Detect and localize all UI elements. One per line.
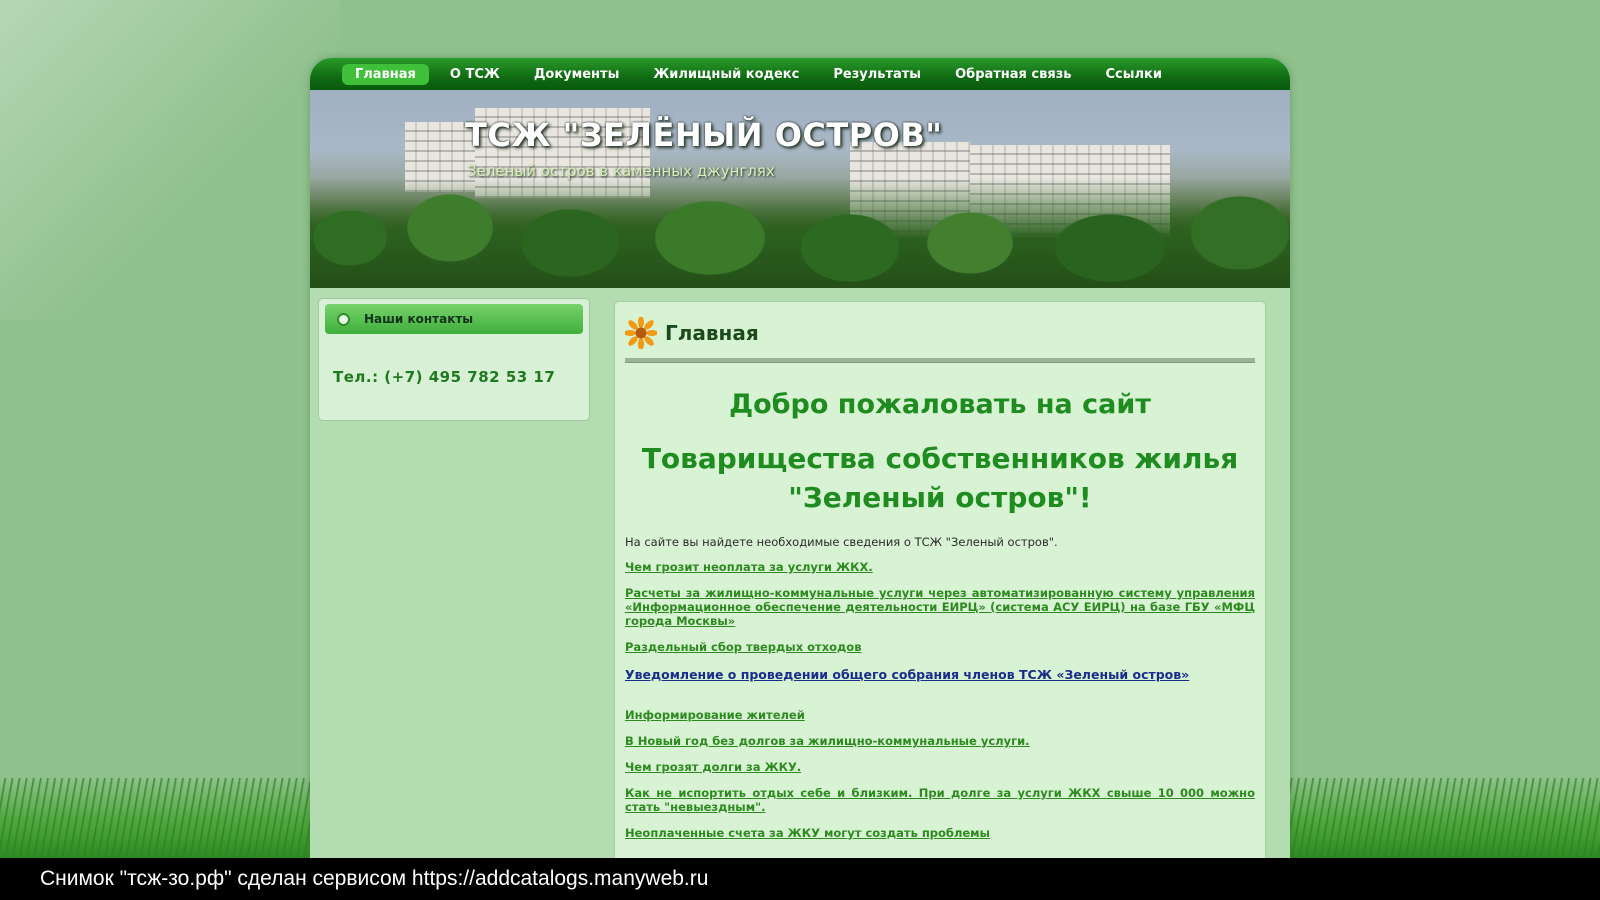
news-link[interactable]: Чем грозит неоплата за услуги ЖКХ. [625, 560, 1255, 574]
news-link[interactable]: Неоплаченные счета за ЖКУ могут создать … [625, 826, 1255, 840]
company-heading: Товарищества собственников жилья "Зелены… [641, 442, 1239, 514]
news-link[interactable]: Как не испортить отдых себе и близким. П… [625, 786, 1255, 814]
sun-rays-decoration [0, 0, 340, 320]
header-banner: ТСЖ "ЗЕЛЁНЫЙ ОСТРОВ" Зеленый остров в ка… [310, 90, 1290, 288]
page-container: Главная О ТСЖ Документы Жилищный кодекс … [310, 58, 1290, 858]
main-content: Главная Добро пожаловать на сайт Товарищ… [614, 301, 1266, 858]
nav-item-results[interactable]: Результаты [820, 64, 934, 85]
flower-icon [625, 317, 657, 349]
news-links: Чем грозит неоплата за услуги ЖКХ. Расче… [625, 560, 1255, 840]
nav-item-feedback[interactable]: Обратная связь [942, 64, 1084, 85]
screenshot-caption: Снимок "тсж-зо.рф" сделан сервисом https… [40, 867, 709, 890]
bullet-icon [337, 312, 350, 326]
contact-phone: Тел.: (+7) 495 782 53 17 [333, 368, 556, 386]
nav-item-housing-code[interactable]: Жилищный кодекс [640, 64, 812, 85]
news-link[interactable]: Раздельный сбор твердых отходов [625, 640, 1255, 654]
news-link[interactable]: В Новый год без долгов за жилищно-коммун… [625, 734, 1255, 748]
nav-item-about[interactable]: О ТСЖ [437, 64, 513, 85]
top-navigation: Главная О ТСЖ Документы Жилищный кодекс … [310, 58, 1290, 90]
content-header: Главная [625, 316, 1255, 350]
nav-item-main[interactable]: Главная [342, 63, 429, 85]
trees-image [310, 178, 1290, 288]
divider [625, 358, 1255, 363]
news-link[interactable]: Информирование жителей [625, 708, 1255, 722]
site-title: ТСЖ "ЗЕЛЁНЫЙ ОСТРОВ" [465, 116, 943, 154]
site-slogan: Зеленый остров в каменных джунглях [467, 162, 775, 180]
contacts-block: Наши контакты Тел.: (+7) 495 782 53 17 [318, 298, 590, 421]
contacts-header: Наши контакты [325, 304, 583, 334]
page-title: Главная [665, 321, 759, 345]
contacts-title: Наши контакты [364, 312, 474, 326]
news-link[interactable]: Расчеты за жилищно-коммунальные услуги ч… [625, 586, 1255, 628]
welcome-heading: Добро пожаловать на сайт [729, 389, 1151, 420]
nav-item-documents[interactable]: Документы [521, 64, 633, 85]
nav-item-links[interactable]: Ссылки [1093, 64, 1175, 85]
news-link[interactable]: Чем грозят долги за ЖКУ. [625, 760, 1255, 774]
meeting-notice-link[interactable]: Уведомление о проведении общего собрания… [625, 668, 1255, 682]
intro-text: На сайте вы найдете необходимые сведения… [625, 535, 1058, 549]
screenshot-caption-bar: Снимок "тсж-зо.рф" сделан сервисом https… [0, 858, 1600, 900]
